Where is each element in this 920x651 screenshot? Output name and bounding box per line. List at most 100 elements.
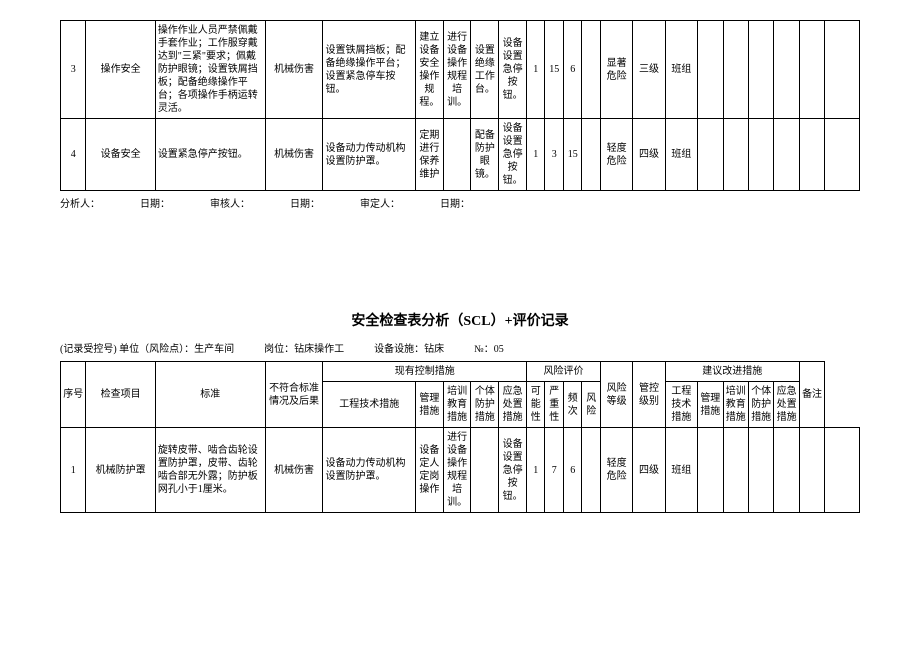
date2-label: 日期： (290, 195, 320, 210)
cell-level: 三级 (633, 21, 665, 119)
approver-label: 审定人： (360, 195, 400, 210)
cell-remark (825, 21, 860, 119)
hdr-emerg: 应急处置措施 (499, 382, 527, 428)
table-row: 3 操作安全 操作作业人员严禁佩戴手套作业；工作服穿戴达到"三紧"要求；佩戴防护… (61, 21, 860, 119)
cell-eng: 设置铁屑挡板；配备绝缘操作平台；设置紧急停车按钮。 (323, 21, 416, 119)
hdr-suggest: 建议改进措施 (665, 362, 799, 382)
table-row: 1 机械防护罩 旋转皮带、啮合齿轮设置防护罩，皮带、齿轮啮合部无外露；防护板网孔… (61, 428, 860, 513)
cell-remark (825, 428, 860, 513)
cell-f: 15 (563, 119, 582, 191)
scl-table-1: 3 操作安全 操作作业人员严禁佩戴手套作业；工作服穿戴达到"三紧"要求；佩戴防护… (60, 20, 860, 191)
cell-train: 进行设备操作规程培训。 (443, 428, 471, 513)
cell-s1 (698, 119, 723, 191)
cell-mgmt: 建立设备安全操作规程。 (415, 21, 443, 119)
cell-mgmt: 定期进行保养维护 (415, 119, 443, 191)
cell-s5 (799, 119, 824, 191)
cell-s4 (774, 428, 799, 513)
cell-l: 1 (526, 428, 545, 513)
hdr-strain: 培训教育措施 (723, 382, 748, 428)
cell-s1 (698, 21, 723, 119)
date1-label: 日期： (140, 195, 170, 210)
cell-nonconf: 机械伤害 (265, 119, 323, 191)
cell-level: 四级 (633, 428, 665, 513)
analyst-label: 分析人： (60, 195, 100, 210)
hdr-std: 标准 (155, 362, 265, 428)
cell-eng: 设备动力传动机构设置防护罩。 (323, 119, 416, 191)
reviewer-label: 审核人： (210, 195, 250, 210)
section-title: 安全检查表分析（SCL）+评价记录 (60, 310, 860, 330)
cell-ctrl: 班组 (665, 119, 697, 191)
cell-l: 1 (526, 21, 545, 119)
cell-ppe: 配备防护眼镜。 (471, 119, 499, 191)
table-row: 4 设备安全 设置紧急停产按钮。 机械伤害 设备动力传动机构设置防护罩。 定期进… (61, 119, 860, 191)
cell-s: 3 (545, 119, 564, 191)
cell-emerg: 设备设置急停按钮。 (499, 428, 527, 513)
cell-risk: 轻度危险 (600, 119, 632, 191)
hdr-semerg: 应急处置措施 (774, 382, 799, 428)
cell-item: 机械防护罩 (86, 428, 155, 513)
cell-s3 (748, 21, 773, 119)
cell-emerg: 设备设置急停按钮。 (499, 119, 527, 191)
hdr-existing: 现有控制措施 (323, 362, 527, 382)
hdr-ctrllevel: 管控级别 (633, 362, 665, 428)
hdr-l: 可能性 (526, 382, 545, 428)
cell-f: 6 (563, 21, 582, 119)
cell-s1 (698, 428, 723, 513)
hdr-s: 严重性 (545, 382, 564, 428)
cell-item: 操作安全 (86, 21, 155, 119)
cell-s5 (799, 21, 824, 119)
cell-std: 设置紧急停产按钮。 (155, 119, 265, 191)
cell-f: 6 (563, 428, 582, 513)
cell-nonconf: 机械伤害 (265, 21, 323, 119)
hdr-eng: 工程技术措施 (323, 382, 416, 428)
cell-s2 (723, 21, 748, 119)
hdr-nonconf: 不符合标准情况及后果 (265, 362, 323, 428)
cell-seq: 4 (61, 119, 86, 191)
cell-emerg: 设备设置急停按钮。 (499, 21, 527, 119)
header-row-1: 序号 检查项目 标准 不符合标准情况及后果 现有控制措施 风险评价 风险等级 管… (61, 362, 860, 382)
hdr-riskeval: 风险评价 (526, 362, 600, 382)
cell-ppe (471, 428, 499, 513)
cell-risk: 显著危险 (600, 21, 632, 119)
cell-risk: 轻度危险 (600, 428, 632, 513)
cell-level: 四级 (633, 119, 665, 191)
cell-nonconf: 机械伤害 (265, 428, 323, 513)
cell-r (582, 119, 601, 191)
cell-eng: 设备动力传动机构设置防护罩。 (323, 428, 416, 513)
hdr-mgmt: 管理措施 (415, 382, 443, 428)
hdr-item: 检查项目 (86, 362, 155, 428)
cell-seq: 1 (61, 428, 86, 513)
cell-std: 操作作业人员严禁佩戴手套作业；工作服穿戴达到"三紧"要求；佩戴防护眼镜；设置铁屑… (155, 21, 265, 119)
meta-num: №：05 (474, 340, 504, 355)
cell-r (582, 428, 601, 513)
cell-s2 (723, 119, 748, 191)
cell-s2 (723, 428, 748, 513)
cell-s5 (799, 428, 824, 513)
cell-s4 (774, 21, 799, 119)
hdr-seq: 序号 (61, 362, 86, 428)
hdr-ppe: 个体防护措施 (471, 382, 499, 428)
hdr-seng: 工程技术措施 (665, 382, 697, 428)
cell-train: 进行设备操作规程培训。 (443, 21, 471, 119)
hdr-smgmt: 管理措施 (698, 382, 723, 428)
cell-s: 7 (545, 428, 564, 513)
cell-seq: 3 (61, 21, 86, 119)
cell-r (582, 21, 601, 119)
hdr-sppe: 个体防护措施 (748, 382, 773, 428)
cell-s4 (774, 119, 799, 191)
cell-s3 (748, 428, 773, 513)
hdr-train: 培训教育措施 (443, 382, 471, 428)
cell-std: 旋转皮带、啮合齿轮设置防护罩，皮带、齿轮啮合部无外露；防护板网孔小于1厘米。 (155, 428, 265, 513)
hdr-f: 频次 (563, 382, 582, 428)
meta-post: 岗位：钻床操作工 (264, 340, 344, 355)
hdr-remark: 备注 (799, 362, 824, 428)
date3-label: 日期： (440, 195, 470, 210)
cell-mgmt: 设备定人定岗操作 (415, 428, 443, 513)
cell-remark (825, 119, 860, 191)
meta-equip: 设备设施：钻床 (374, 340, 444, 355)
cell-item: 设备安全 (86, 119, 155, 191)
meta-row: (记录受控号) 单位（风险点）：生产车间 岗位：钻床操作工 设备设施：钻床 №：… (60, 340, 860, 355)
cell-train (443, 119, 471, 191)
cell-ppe: 设置绝缘工作台。 (471, 21, 499, 119)
cell-ctrl: 班组 (665, 428, 697, 513)
